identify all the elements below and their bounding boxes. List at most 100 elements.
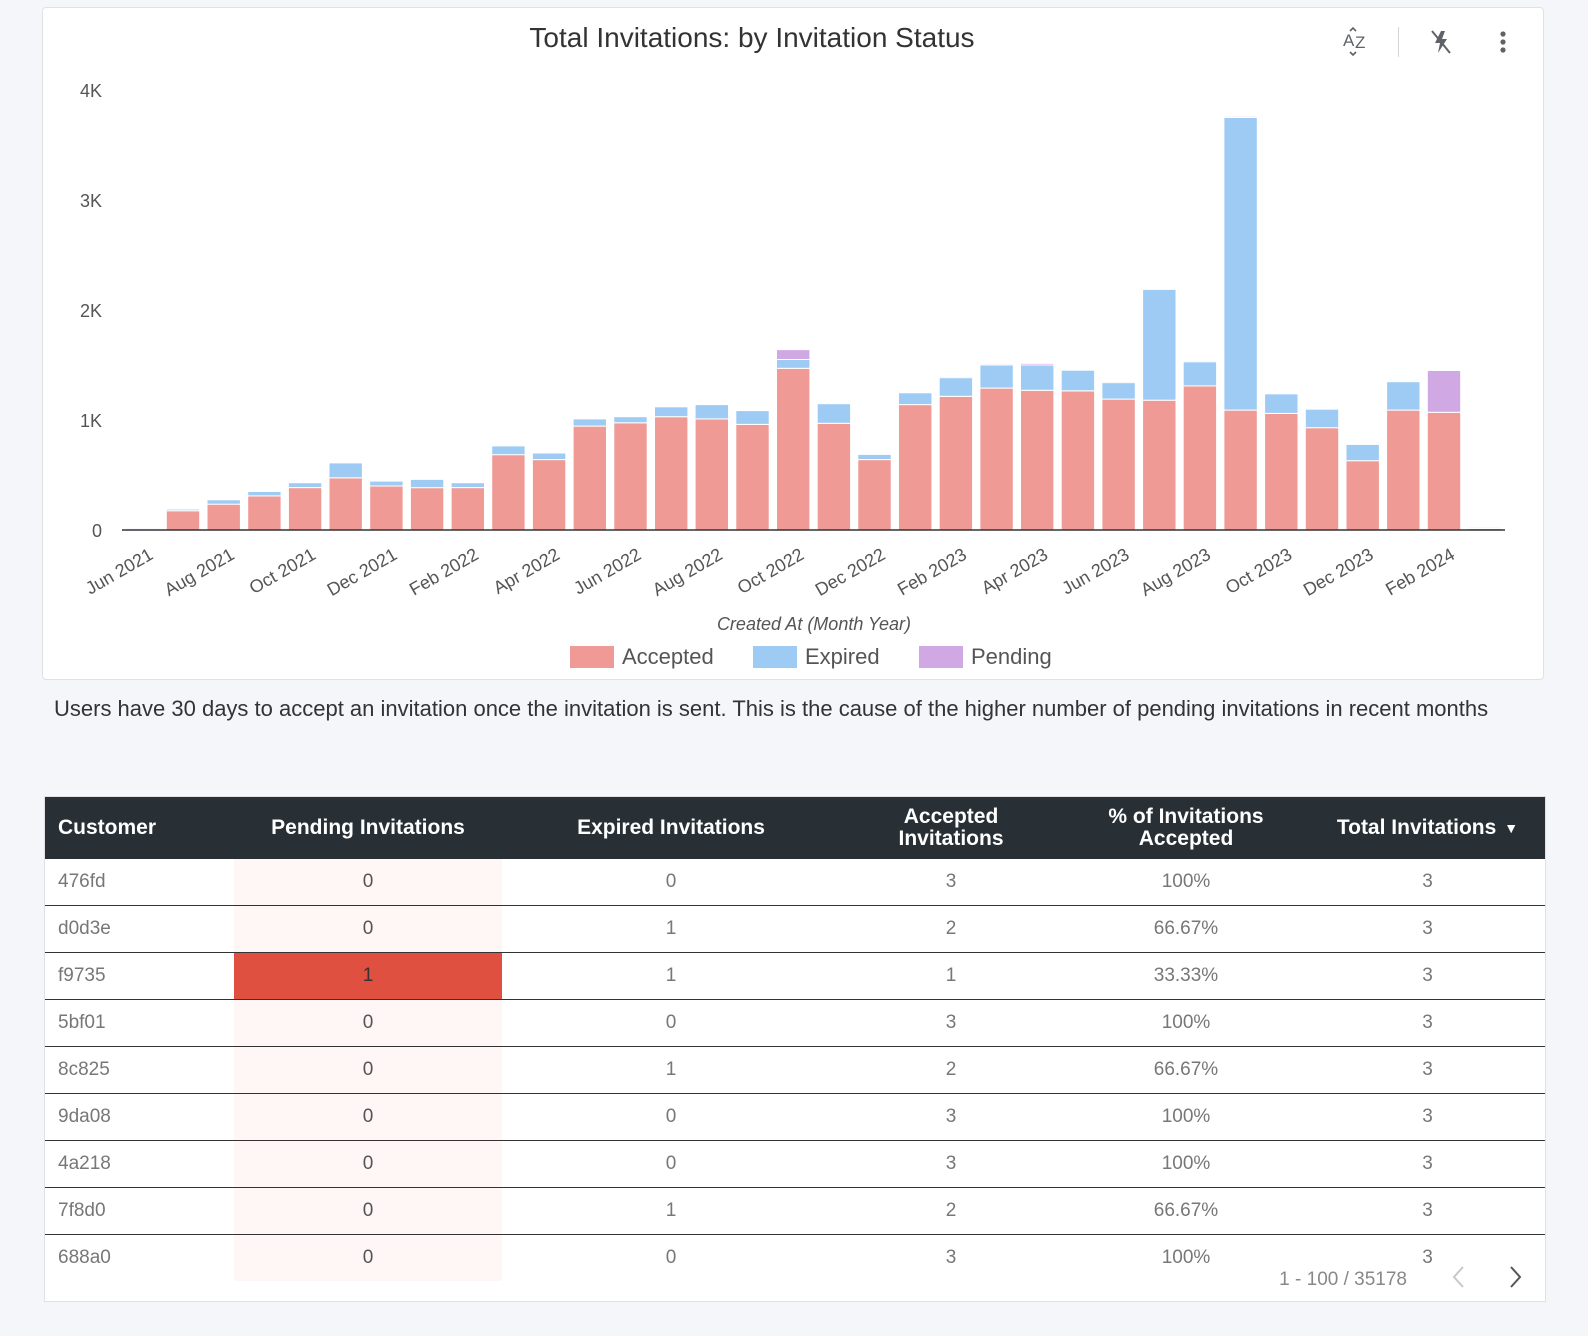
table-row[interactable]: 476fd 0 0 3 100% 3 (45, 859, 1545, 906)
table-cell-pending: 0 (234, 1234, 502, 1281)
legend-label-pending: Pending (971, 644, 1052, 669)
bar-expired (735, 410, 770, 425)
table-row[interactable]: d0d3e 0 1 2 66.67% 3 (45, 905, 1545, 953)
bar-accepted (1264, 412, 1299, 531)
table-cell-customer: 688a0 (58, 1247, 111, 1268)
table-row[interactable]: 5bf01 0 0 3 100% 3 (45, 999, 1545, 1047)
col-header-expired[interactable]: Expired Invitations (502, 797, 840, 859)
table-cell-customer: f9735 (45, 952, 234, 1000)
table-cell-pct: 33.33% (1062, 952, 1310, 1000)
table-cell-customer: 8c825 (45, 1046, 234, 1094)
bar-pending (938, 376, 974, 379)
bar-accepted (1060, 390, 1096, 531)
bar-pending (1020, 362, 1055, 366)
table-cell-pending: 0 (234, 1187, 502, 1235)
x-tick-label: Oct 2022 (734, 544, 807, 598)
table-cell-pct: 100% (1062, 859, 1310, 906)
table-cell-accepted: 3 (840, 999, 1062, 1047)
bar-pending (776, 349, 811, 361)
table-cell-total: 3 (1310, 1187, 1545, 1235)
x-axis-title: Created At (Month Year) (717, 614, 911, 634)
bar-accepted (450, 487, 486, 531)
col-header-pct[interactable]: % of Invitations Accepted (1062, 797, 1310, 859)
table-cell-pending: 0 (234, 999, 502, 1047)
x-tick-label: Feb 2022 (406, 544, 482, 599)
bar-accepted (1426, 411, 1462, 531)
bar-accepted (938, 395, 974, 531)
col-header-pct-line1: % of Invitations (1108, 805, 1264, 828)
bar-expired (409, 478, 445, 489)
table-cell-accepted: 3 (945, 1247, 957, 1268)
bar-pending (1386, 380, 1421, 383)
table-cell-pending: 0 (234, 1093, 502, 1141)
bar-expired (165, 508, 201, 512)
bar-expired (1345, 443, 1380, 462)
bar-accepted (287, 487, 323, 531)
bar-accepted (898, 404, 933, 531)
table-cell-accepted: 2 (840, 1187, 1062, 1235)
bar-expired (1101, 382, 1136, 400)
bar-expired (613, 416, 648, 424)
bar-expired (572, 418, 607, 427)
col-header-accepted[interactable]: Accepted Invitations (840, 797, 1062, 859)
table-cell-accepted: 2 (840, 1046, 1062, 1094)
bar-pending (857, 453, 892, 455)
bar-expired (491, 445, 526, 456)
table-cell-total: 3 (1310, 1140, 1545, 1188)
bar-accepted (735, 423, 770, 531)
x-tick-label: Dec 2023 (1300, 544, 1377, 600)
bar-accepted (1223, 409, 1258, 531)
x-tick-label: Oct 2023 (1222, 544, 1295, 598)
x-tick-label: Aug 2022 (649, 544, 726, 600)
bar-expired (247, 491, 282, 497)
y-tick-label: 1K (80, 411, 102, 431)
y-tick-label: 4K (80, 81, 102, 101)
bar-expired (1264, 393, 1299, 414)
bar-accepted (531, 459, 567, 531)
bar-expired (694, 404, 729, 420)
bar-pending (1223, 115, 1258, 119)
col-header-pending[interactable]: Pending Invitations (234, 797, 502, 859)
pagination-range: 1 - 100 / 35178 (1279, 1269, 1407, 1290)
col-header-customer[interactable]: Customer (45, 797, 234, 859)
table-row[interactable]: 8c825 0 1 2 66.67% 3 (45, 1046, 1545, 1094)
table-cell-total: 3 (1310, 1046, 1545, 1094)
y-tick-label: 2K (80, 301, 102, 321)
stacked-bar-chart: 01K2K3K4KJun 2021 Aug 2021 Oct 2021 Dec 202… (80, 81, 1505, 669)
col-header-total[interactable]: Total Invitations ▼ (1310, 797, 1545, 859)
bar-expired (938, 377, 974, 397)
bar-pending (816, 402, 852, 405)
bar-expired (1223, 117, 1258, 411)
table-cell-customer: 476fd (45, 859, 234, 906)
bar-pending (1345, 443, 1380, 445)
table-row[interactable]: 7f8d0 0 1 2 66.67% 3 (45, 1187, 1545, 1235)
bar-pending (1142, 288, 1177, 290)
next-page-icon[interactable] (1487, 1265, 1545, 1295)
bar-expired (1182, 361, 1218, 387)
table-row[interactable]: 4a218 0 0 3 100% 3 (45, 1140, 1545, 1188)
bar-pending (1182, 360, 1218, 363)
table-cell-expired: 1 (502, 1187, 840, 1235)
bar-accepted (1304, 427, 1340, 531)
table-cell-pending: 0 (234, 1140, 502, 1188)
invitations-table-card: Customer Pending Invitations Expired Inv… (44, 796, 1546, 1302)
table-cell-expired: 0 (502, 859, 840, 906)
table-cell-customer: 9da08 (45, 1093, 234, 1141)
table-cell-total: 3 (1310, 999, 1545, 1047)
table-cell-customer: 5bf01 (45, 999, 234, 1047)
prev-page-icon[interactable] (1429, 1265, 1487, 1295)
chart-note: Users have 30 days to accept an invitati… (54, 696, 1489, 721)
table-cell-pct: 100% (1161, 1247, 1211, 1268)
bar-expired (857, 453, 892, 461)
x-tick-label: Feb 2023 (894, 544, 970, 599)
bar-accepted (613, 422, 648, 531)
bar-accepted (1345, 460, 1380, 531)
table-row[interactable]: 9da08 0 0 3 100% 3 (45, 1093, 1545, 1141)
bar-expired (1386, 381, 1421, 411)
sort-desc-icon[interactable]: ▼ (1504, 817, 1518, 839)
y-tick-label: 0 (92, 521, 102, 541)
table-row[interactable]: f9735 1 1 1 33.33% 3 (45, 952, 1545, 1000)
table-cell-customer: d0d3e (45, 905, 234, 953)
table-cell-expired: 1 (502, 952, 840, 1000)
col-header-total-label: Total Invitations (1336, 815, 1497, 839)
